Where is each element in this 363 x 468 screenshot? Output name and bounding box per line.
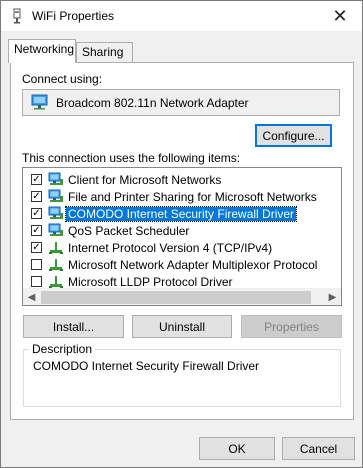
item-label: Internet Protocol Version 4 (TCP/IPv4) (68, 241, 273, 255)
window-title: WiFi Properties (32, 9, 115, 23)
item-checkbox[interactable] (31, 259, 42, 270)
ok-button-label: OK (228, 441, 246, 456)
configure-button[interactable]: Configure... (255, 124, 332, 147)
configure-button-label: Configure... (262, 128, 325, 143)
item-checkbox[interactable]: ✓ (31, 208, 42, 219)
protocol-icon (49, 259, 63, 271)
network-adapter-icon (31, 94, 48, 110)
cancel-button-label: Cancel (299, 441, 338, 456)
tab-sharing-label: Sharing (82, 45, 124, 59)
tab-networking-label: Networking (14, 42, 75, 56)
items-list[interactable]: ✓ Client for Microsoft Networks ✓ File and … (22, 167, 342, 306)
wifi-properties-dialog: WiFi Properties ✕ Networking Sharing Con… (0, 0, 363, 468)
properties-button-label: Properties (264, 319, 319, 334)
title-bar[interactable]: WiFi Properties ✕ (1, 1, 362, 31)
scroll-left-icon[interactable]: ◀ (23, 289, 40, 305)
tab-networking[interactable]: Networking (8, 39, 76, 63)
adapter-field: Broadcom 802.11n Network Adapter (22, 89, 340, 116)
list-item[interactable]: ✓ Internet Protocol Version 4 (TCP/IPv4) (23, 239, 323, 256)
list-item[interactable]: ✓ Client for Microsoft Networks (23, 171, 323, 188)
item-label: COMODO Internet Security Firewall Driver (64, 206, 298, 222)
description-label: Description (29, 342, 96, 356)
network-client-icon (48, 189, 63, 202)
item-checkbox[interactable]: ✓ (31, 242, 42, 253)
scroll-right-icon[interactable]: ▶ (324, 289, 341, 305)
install-button[interactable]: Install... (23, 315, 124, 338)
item-label: Microsoft LLDP Protocol Driver (68, 275, 233, 289)
protocol-icon (49, 242, 63, 254)
adapter-name: Broadcom 802.11n Network Adapter (56, 96, 249, 110)
item-checkbox[interactable] (31, 276, 42, 287)
network-client-icon (48, 223, 63, 236)
list-item[interactable]: ✓ QoS Packet Scheduler (23, 222, 323, 239)
install-button-label: Install... (52, 319, 95, 334)
item-checkbox[interactable]: ✓ (31, 191, 42, 202)
cancel-button[interactable]: Cancel (282, 437, 355, 460)
item-label: Microsoft Network Adapter Multiplexor Pr… (68, 258, 318, 272)
properties-button[interactable]: Properties (241, 315, 342, 338)
description-text: COMODO Internet Security Firewall Driver (33, 359, 260, 373)
list-item[interactable]: ✓ File and Printer Sharing for Microsoft … (23, 188, 323, 205)
uninstall-button[interactable]: Uninstall (132, 315, 232, 338)
network-client-icon (48, 172, 63, 185)
close-icon: ✕ (332, 5, 348, 26)
scroll-thumb[interactable] (41, 291, 311, 304)
list-item[interactable]: Microsoft Network Adapter Multiplexor Pr… (23, 256, 323, 273)
item-checkbox[interactable]: ✓ (31, 174, 42, 185)
connect-using-label: Connect using: (22, 72, 103, 86)
item-checkbox[interactable]: ✓ (31, 225, 42, 236)
uninstall-button-label: Uninstall (158, 319, 206, 334)
tab-sharing[interactable]: Sharing (76, 42, 133, 63)
network-client-icon (48, 206, 63, 219)
horizontal-scrollbar[interactable]: ◀ ▶ (23, 288, 341, 305)
item-label: Client for Microsoft Networks (68, 173, 222, 187)
item-label: QoS Packet Scheduler (68, 224, 190, 238)
description-group (23, 349, 341, 407)
wifi-adapter-icon (13, 8, 21, 24)
items-label: This connection uses the following items… (22, 151, 241, 165)
item-label: File and Printer Sharing for Microsoft N… (68, 190, 317, 204)
close-button[interactable]: ✕ (318, 1, 362, 31)
list-item[interactable]: ✓ COMODO Internet Security Firewall Drive… (23, 205, 323, 222)
ok-button[interactable]: OK (199, 437, 275, 460)
